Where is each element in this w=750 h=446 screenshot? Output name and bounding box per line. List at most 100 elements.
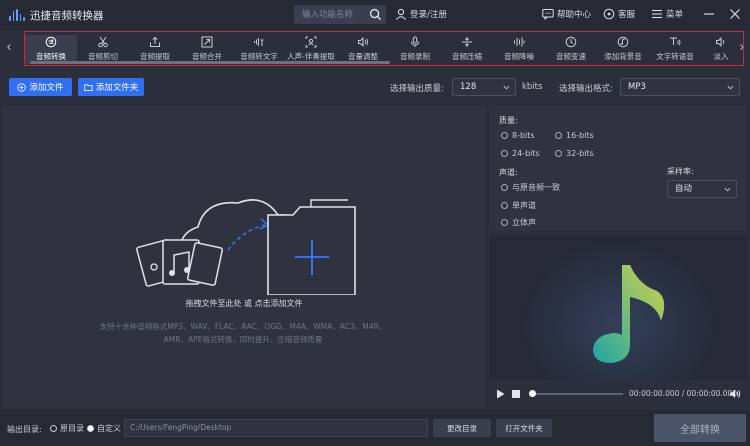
customer-service-button[interactable]: 客服 [603, 8, 635, 20]
radio-16bits[interactable]: 16-bits [555, 131, 594, 140]
tool-audio-merge[interactable]: 音频合并 [181, 35, 233, 64]
radio-circle [555, 132, 562, 139]
menu-button[interactable]: 菜单 [651, 8, 683, 20]
format-select[interactable]: MP3 [620, 78, 740, 96]
vocal-extract-icon [305, 36, 317, 48]
radio-channel-original[interactable]: 与原音频一致 [501, 182, 560, 193]
play-icon[interactable] [496, 389, 505, 399]
samplerate-select[interactable]: 自动 [667, 180, 737, 198]
supported-formats-text: 支持十余种音频格式MP3、WAV、FLAC、AAC、OGG、M4A、WMA、AC… [99, 322, 387, 344]
action-bar: 添加文件 添加文件夹 选择输出质量: 128 kbits 选择输出格式: MP3 [0, 70, 750, 104]
tool-audio-compress[interactable]: 音频压缩 [441, 35, 493, 64]
search-box[interactable] [294, 5, 386, 24]
samplerate-title: 采样率: [667, 167, 694, 176]
speed-icon [565, 36, 577, 48]
radio-circle [501, 132, 508, 139]
tool-audio-extract[interactable]: 音频提取 [129, 35, 181, 64]
tool-vocal-extract[interactable]: 人声-伴奏提取 [285, 35, 337, 64]
radio-circle [50, 425, 57, 432]
chevron-down-icon [727, 85, 734, 90]
progress-handle[interactable] [529, 390, 536, 397]
tool-fade-in[interactable]: 淡入 [701, 35, 741, 64]
radio-circle-selected [87, 425, 94, 432]
text-to-speech-icon [670, 37, 681, 46]
quality-select[interactable]: 128 [452, 78, 516, 96]
login-button[interactable]: 登录/注册 [395, 8, 447, 20]
toolbar-scrollbar[interactable] [30, 61, 390, 64]
app-title: 迅捷音频转换器 [30, 10, 104, 22]
settings-panel: 质量: 8-bits 16-bits 24-bits 32-bits 声道: 与… [489, 105, 747, 231]
help-center-button[interactable]: 帮助中心 [542, 8, 591, 20]
quality-title: 质量: [499, 116, 518, 125]
radio-channel-stereo[interactable]: 立体声 [501, 217, 536, 228]
radio-circle [501, 150, 508, 157]
radio-custom-dir[interactable]: 自定义 [87, 423, 121, 434]
tool-audio-convert[interactable]: 音频转换 [25, 35, 77, 64]
headset-icon [603, 8, 615, 20]
radio-circle [501, 184, 508, 191]
minimize-icon[interactable] [702, 7, 716, 21]
file-drop-zone[interactable]: 拖拽文件至此处 或 点击添加文件 支持十余种音频格式MP3、WAV、FLAC、A… [3, 105, 485, 408]
user-icon [396, 8, 406, 20]
tool-add-background-music[interactable]: 添加背景音 [597, 35, 649, 64]
output-path-field[interactable]: C:/Users/FengPing/Desktop [124, 419, 428, 437]
tool-audio-cut[interactable]: 音频剪切 [77, 35, 129, 64]
radio-24bits[interactable]: 24-bits [501, 149, 540, 158]
quality-unit: kbits [522, 82, 543, 92]
search-icon[interactable] [369, 8, 382, 21]
radio-circle [501, 202, 508, 209]
volume-icon[interactable] [729, 388, 741, 400]
search-input[interactable] [294, 5, 368, 24]
upload-illustration [136, 199, 356, 295]
tool-audio-record[interactable]: 音频录制 [389, 35, 441, 64]
add-folder-button[interactable]: 添加文件夹 [78, 78, 144, 96]
volume-icon [358, 37, 369, 47]
title-bar: 迅捷音频转换器 登录/注册 帮助中心 客服 菜单 [0, 0, 750, 30]
tool-text-to-speech[interactable]: 文字转语音 [649, 35, 701, 64]
tool-bar: ‹ › 音频转换 音频剪切 音频提取 音频合并 音频转文字 人声-伴奏提取 音量… [0, 30, 750, 68]
audio-to-text-icon [254, 38, 264, 46]
bottom-bar: 输出目录: 原目录 自定义 C:/Users/FengPing/Desktop … [0, 410, 750, 446]
denoise-icon [514, 37, 525, 47]
tool-audio-speed[interactable]: 音频变速 [545, 35, 597, 64]
open-folder-button[interactable]: 打开文件夹 [496, 419, 552, 437]
chevron-down-icon [724, 187, 731, 192]
fade-in-icon [716, 37, 725, 47]
tool-audio-to-text[interactable]: 音频转文字 [233, 35, 285, 64]
scissors-icon [98, 36, 108, 48]
radio-channel-mono[interactable]: 单声道 [501, 200, 536, 211]
chat-icon [542, 9, 554, 20]
convert-all-button[interactable]: 全部转换 [654, 414, 746, 442]
add-file-button[interactable]: 添加文件 [9, 78, 72, 96]
stop-icon[interactable] [512, 390, 520, 398]
convert-icon [45, 36, 57, 48]
chevron-left-icon[interactable]: ‹ [4, 41, 14, 55]
radio-circle [501, 219, 508, 226]
output-dir-label: 输出目录: [7, 425, 42, 434]
radio-circle [555, 150, 562, 157]
app-logo-icon [9, 9, 25, 21]
microphone-icon [411, 36, 419, 47]
channel-title: 声道: [499, 168, 518, 177]
tool-volume-adjust[interactable]: 音量调整 [337, 35, 389, 64]
chevron-down-icon [503, 85, 510, 90]
music-note-icon [519, 235, 719, 380]
compress-icon [462, 37, 472, 47]
quality-label: 选择输出质量: [390, 84, 444, 94]
audio-preview [489, 235, 747, 380]
progress-bar[interactable] [533, 393, 623, 395]
plus-circle-icon [17, 82, 27, 92]
close-icon[interactable] [728, 7, 742, 21]
radio-original-dir[interactable]: 原目录 [50, 423, 84, 434]
tool-audio-denoise[interactable]: 音频降噪 [493, 35, 545, 64]
player-controls: 00:00:00.000 / 00:00:00.000 [489, 380, 747, 408]
radio-8bits[interactable]: 8-bits [501, 131, 535, 140]
hamburger-icon [652, 9, 662, 19]
folder-icon [84, 83, 93, 91]
format-label: 选择输出格式: [559, 84, 613, 94]
drop-hint: 拖拽文件至此处 或 点击添加文件 [185, 299, 303, 308]
change-dir-button[interactable]: 更改目录 [433, 419, 491, 437]
radio-32bits[interactable]: 32-bits [555, 149, 594, 158]
background-music-icon [617, 36, 629, 48]
extract-icon [150, 36, 160, 47]
